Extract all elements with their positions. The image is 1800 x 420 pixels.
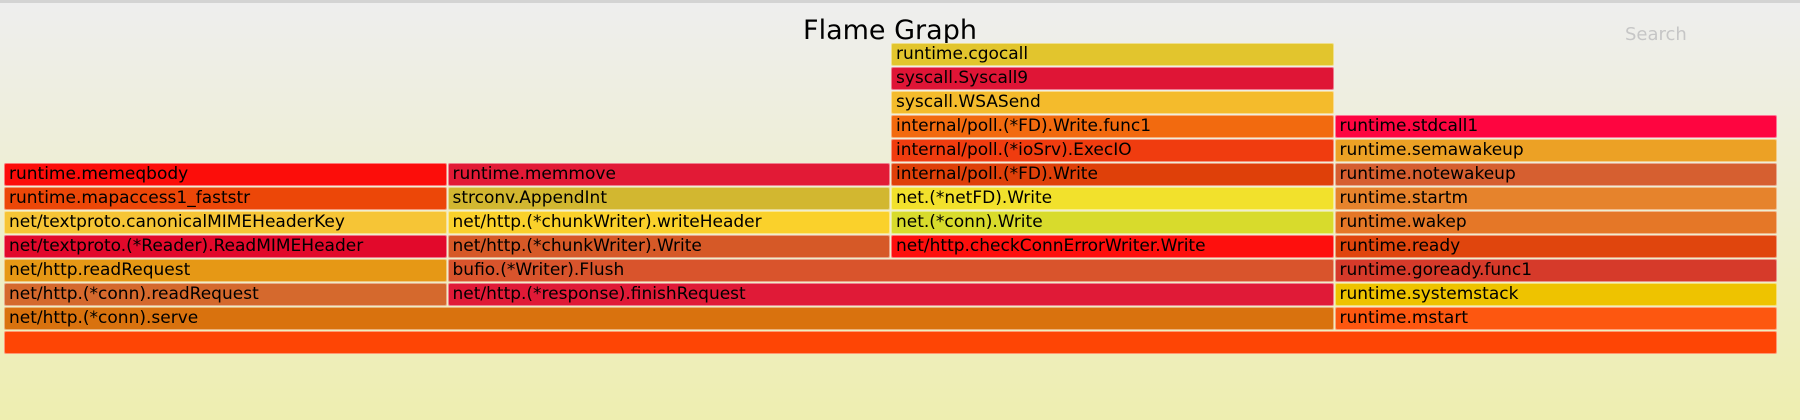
flame-frame[interactable]: internal/poll.(*FD).Write (891, 163, 1334, 186)
flame-frame[interactable]: net/http.readRequest (4, 259, 447, 282)
frame-label: runtime.ready (1339, 236, 1461, 256)
flame-frame[interactable]: net.(*conn).Write (891, 211, 1334, 234)
frame-label: net/http.(*chunkWriter).Write (452, 236, 702, 256)
frame-label: net.(*netFD).Write (896, 188, 1053, 208)
frame-label: runtime.systemstack (1339, 284, 1519, 304)
frame-label: net.(*conn).Write (896, 212, 1043, 232)
search-button[interactable]: Search (1625, 23, 1687, 47)
flame-frame[interactable]: internal/poll.(*FD).Write.func1 (891, 115, 1334, 138)
frame-label: runtime.mstart (1339, 308, 1469, 328)
flame-frame[interactable]: runtime.ready (1334, 235, 1777, 258)
frame-label: runtime.memeqbody (9, 164, 189, 184)
flame-frame[interactable]: runtime.mapaccess1_faststr (4, 187, 447, 210)
flame-frame[interactable]: net/http.(*chunkWriter).writeHeader (447, 211, 890, 234)
frame-label: net/textproto.(*Reader).ReadMIMEHeader (9, 236, 364, 256)
flame-frame[interactable]: runtime.goready.func1 (1334, 259, 1777, 282)
flame-frame[interactable]: net/http.(*conn).readRequest (4, 283, 447, 306)
flame-frame[interactable]: net.(*netFD).Write (891, 187, 1334, 210)
frame-label: net/http.checkConnErrorWriter.Write (896, 236, 1206, 256)
flame-frame[interactable]: net/http.checkConnErrorWriter.Write (891, 235, 1334, 258)
flame-frame[interactable]: runtime.wakep (1334, 211, 1777, 234)
frame-label: net/http.(*conn).readRequest (9, 284, 259, 304)
frame-label: net/textproto.canonicalMIMEHeaderKey (9, 212, 345, 232)
flame-frame[interactable]: runtime.stdcall1 (1334, 115, 1777, 138)
flame-frame[interactable]: syscall.Syscall9 (891, 67, 1334, 90)
flame-frame[interactable]: runtime.startm (1334, 187, 1777, 210)
flame-frame[interactable]: runtime.semawakeup (1334, 139, 1777, 162)
flame-frame[interactable]: runtime.cgocall (891, 43, 1334, 66)
chart-title: Flame Graph (803, 15, 977, 46)
flame-frame[interactable]: internal/poll.(*ioSrv).ExecIO (891, 139, 1334, 162)
frame-label: runtime.startm (1339, 188, 1469, 208)
frame-label: runtime.stdcall1 (1339, 116, 1479, 136)
flame-frame[interactable]: syscall.WSASend (891, 91, 1334, 114)
flame-frame[interactable]: strconv.AppendInt (447, 187, 890, 210)
frame-label: syscall.Syscall9 (896, 68, 1029, 88)
frame-label: internal/poll.(*FD).Write.func1 (896, 116, 1152, 136)
flame-frame[interactable] (4, 331, 1777, 354)
frame-label: strconv.AppendInt (452, 188, 608, 208)
flame-frame[interactable]: net/textproto.canonicalMIMEHeaderKey (4, 211, 447, 234)
flame-frame[interactable]: bufio.(*Writer).Flush (447, 259, 1334, 282)
frame-label: runtime.mapaccess1_faststr (9, 188, 251, 208)
frame-label: bufio.(*Writer).Flush (452, 260, 625, 280)
flame-frame[interactable]: net/http.(*chunkWriter).Write (447, 235, 890, 258)
flame-frame[interactable]: runtime.memeqbody (4, 163, 447, 186)
flame-frame[interactable]: runtime.systemstack (1334, 283, 1777, 306)
frame-label: net/http.(*response).finishRequest (452, 284, 746, 304)
frame-label: net/http.(*conn).serve (9, 308, 199, 328)
frame-label: runtime.notewakeup (1339, 164, 1516, 184)
frame-label: runtime.semawakeup (1339, 140, 1524, 160)
frame-label: internal/poll.(*FD).Write (896, 164, 1098, 184)
flame-graph-chart: Flame Graph Search net/http.(*conn).serv… (0, 0, 1800, 420)
frame-label: runtime.wakep (1339, 212, 1467, 232)
frame-label: runtime.goready.func1 (1339, 260, 1533, 280)
frame-label: runtime.cgocall (896, 44, 1029, 64)
flame-frame[interactable]: runtime.notewakeup (1334, 163, 1777, 186)
frame-label: syscall.WSASend (896, 92, 1041, 112)
frame-label: runtime.memmove (452, 164, 616, 184)
flame-frame[interactable]: runtime.memmove (447, 163, 890, 186)
flame-frame[interactable]: runtime.mstart (1334, 307, 1777, 330)
flame-frame[interactable]: net/http.(*response).finishRequest (447, 283, 1334, 306)
flame-frame[interactable]: net/textproto.(*Reader).ReadMIMEHeader (4, 235, 447, 258)
frame-label: net/http.(*chunkWriter).writeHeader (452, 212, 762, 232)
frame-label: net/http.readRequest (9, 260, 191, 280)
frame-label: internal/poll.(*ioSrv).ExecIO (896, 140, 1132, 160)
flame-frame[interactable]: net/http.(*conn).serve (4, 307, 1334, 330)
